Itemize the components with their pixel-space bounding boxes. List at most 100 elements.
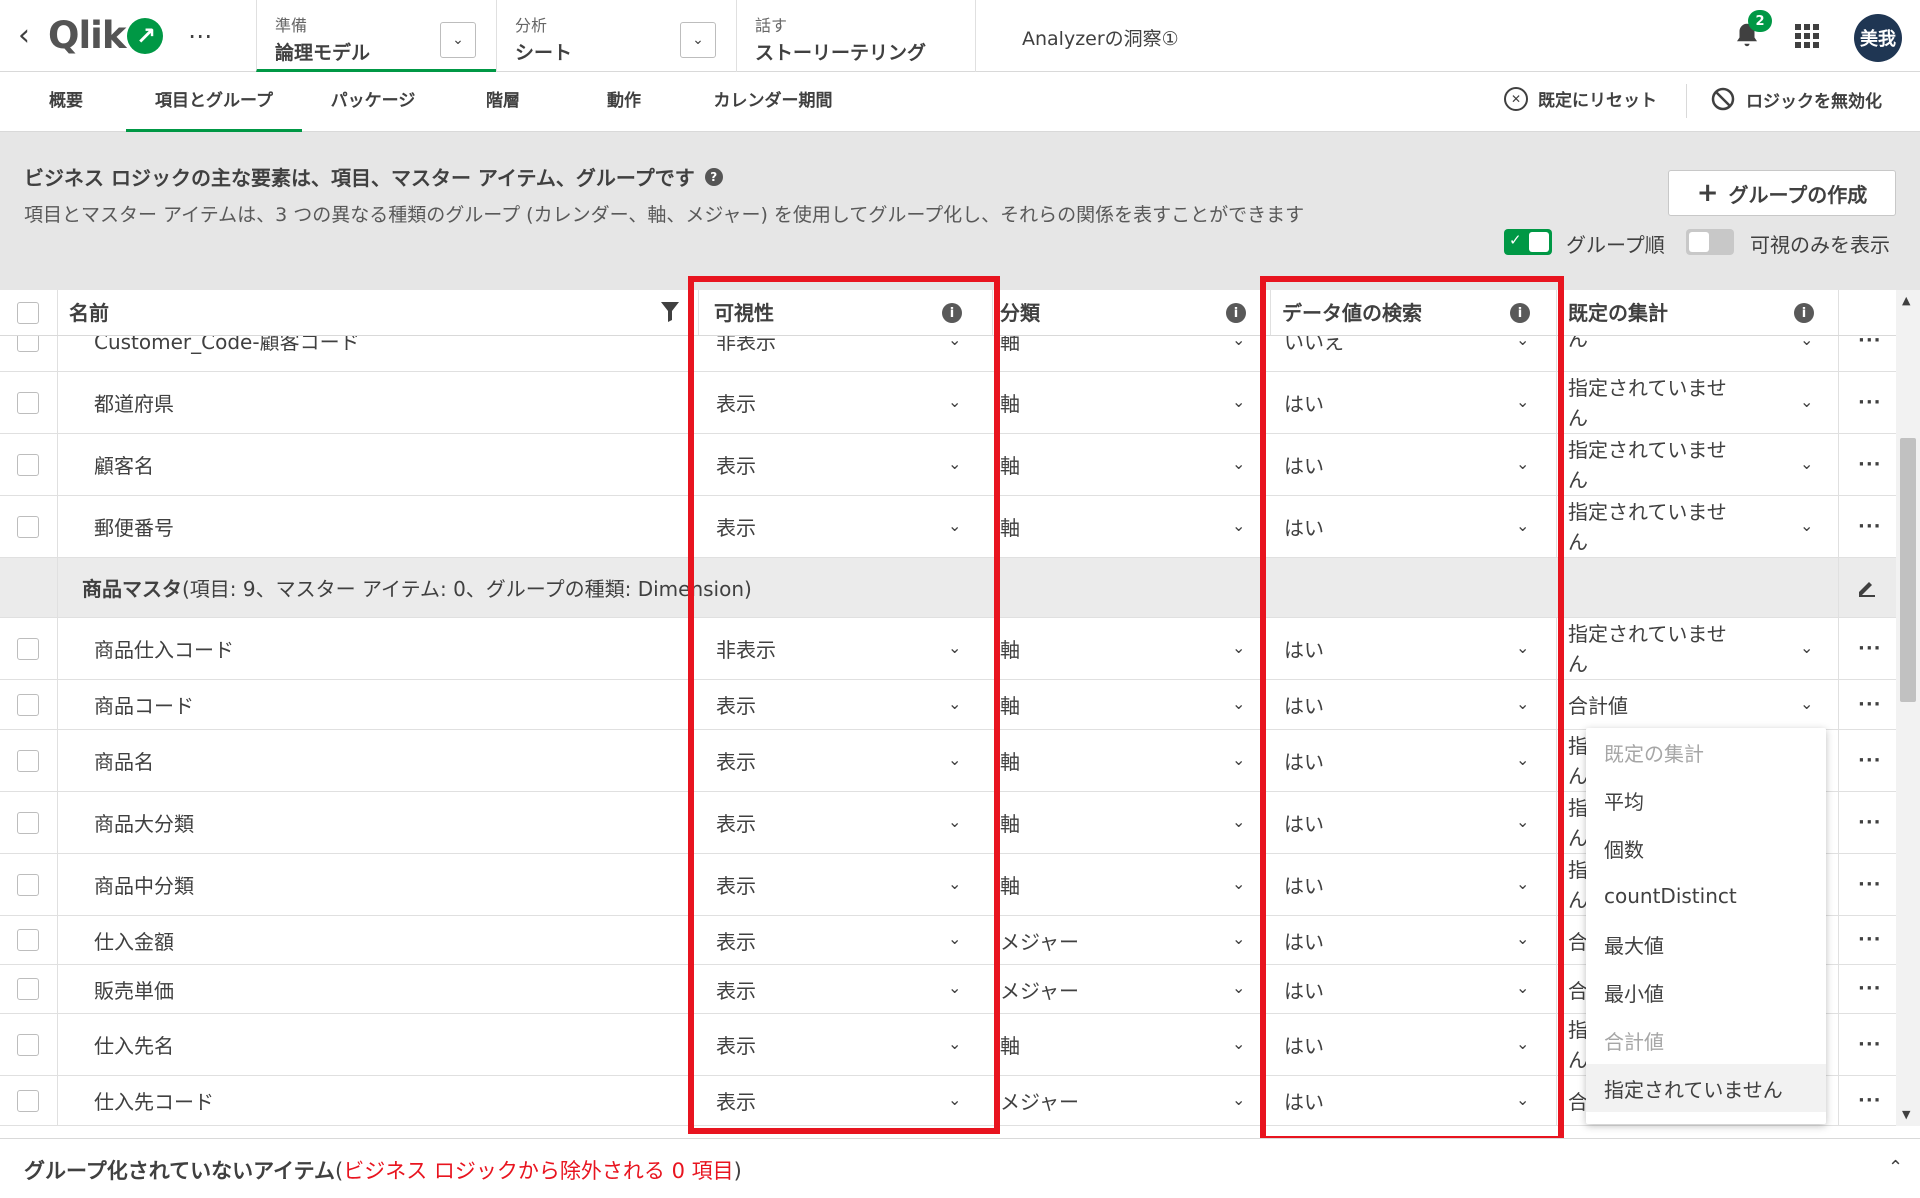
- chevron-down-icon[interactable]: ⌄: [1516, 750, 1529, 769]
- scrollbar-thumb[interactable]: [1900, 438, 1916, 702]
- row-checkbox[interactable]: [17, 1034, 39, 1056]
- row-more-icon[interactable]: ···: [1858, 750, 1882, 771]
- visibility-select[interactable]: 表示: [716, 372, 756, 433]
- row-checkbox[interactable]: [17, 874, 39, 896]
- classification-select[interactable]: 軸: [1000, 336, 1020, 371]
- visibility-select[interactable]: 表示: [716, 1076, 756, 1125]
- chevron-down-icon[interactable]: ⌄: [1516, 978, 1529, 997]
- classification-select[interactable]: 軸: [1000, 792, 1020, 853]
- chevron-down-icon[interactable]: ⌄: [1232, 1034, 1245, 1053]
- chevron-up-icon[interactable]: ⌃: [1888, 1157, 1903, 1178]
- filter-icon[interactable]: [660, 300, 680, 324]
- tab-hierarchy[interactable]: 階層: [466, 72, 540, 132]
- scroll-down-arrow-icon[interactable]: ▼: [1902, 1108, 1910, 1121]
- row-checkbox[interactable]: [17, 812, 39, 834]
- chevron-down-icon[interactable]: ⌄: [1232, 454, 1245, 473]
- classification-select[interactable]: 軸: [1000, 496, 1020, 557]
- info-icon[interactable]: i: [942, 303, 962, 323]
- row-more-icon[interactable]: ···: [1858, 812, 1882, 833]
- classification-select[interactable]: 軸: [1000, 1014, 1020, 1075]
- chevron-down-icon[interactable]: ⌄: [1232, 750, 1245, 769]
- group-row[interactable]: 商品マスタ (項目: 9、マスター アイテム: 0、グループの種類: Dimen…: [0, 558, 1896, 618]
- chevron-down-icon[interactable]: ⌄: [948, 929, 961, 948]
- chevron-down-icon[interactable]: ⌄: [948, 638, 961, 657]
- chevron-down-icon[interactable]: ⌄: [948, 978, 961, 997]
- column-header-aggregation[interactable]: 既定の集計: [1556, 290, 1668, 336]
- column-header-data-search[interactable]: データ値の検索: [1270, 290, 1422, 336]
- visibility-select[interactable]: 表示: [716, 792, 756, 853]
- create-group-button[interactable]: + グループの作成: [1668, 170, 1896, 216]
- aggregation-select[interactable]: 指 ん: [1568, 855, 1588, 915]
- row-checkbox[interactable]: [17, 454, 39, 476]
- row-more-icon[interactable]: ···: [1858, 694, 1882, 715]
- chevron-down-icon[interactable]: ⌄: [440, 22, 476, 58]
- tab-fields-and-groups[interactable]: 項目とグループ: [126, 72, 302, 132]
- classification-select[interactable]: 軸: [1000, 730, 1020, 791]
- more-menu-icon[interactable]: ⋯: [177, 22, 223, 50]
- chevron-down-icon[interactable]: ⌄: [680, 22, 716, 58]
- row-more-icon[interactable]: ···: [1858, 978, 1882, 999]
- chevron-down-icon[interactable]: ⌄: [1516, 929, 1529, 948]
- row-checkbox[interactable]: [17, 638, 39, 660]
- column-header-name[interactable]: 名前: [57, 290, 109, 336]
- row-more-icon[interactable]: ···: [1858, 874, 1882, 895]
- aggregation-select[interactable]: 指 ん: [1568, 793, 1588, 853]
- chevron-down-icon[interactable]: ⌄: [1516, 1034, 1529, 1053]
- visibility-select[interactable]: 非表示: [716, 618, 776, 679]
- chevron-down-icon[interactable]: ⌄: [948, 454, 961, 473]
- chevron-down-icon[interactable]: ⌄: [1516, 454, 1529, 473]
- visibility-select[interactable]: 表示: [716, 854, 756, 915]
- visibility-select[interactable]: 表示: [716, 1014, 756, 1075]
- chevron-down-icon[interactable]: ⌄: [1800, 516, 1813, 535]
- classification-select[interactable]: 軸: [1000, 434, 1020, 495]
- menu-item-count-distinct[interactable]: countDistinct: [1586, 872, 1826, 920]
- aggregation-select[interactable]: 指定されていませ ん: [1568, 497, 1727, 557]
- row-checkbox[interactable]: [17, 1090, 39, 1112]
- search-select[interactable]: はい: [1284, 965, 1324, 1013]
- chevron-down-icon[interactable]: ⌄: [1516, 516, 1529, 535]
- aggregation-select[interactable]: 合: [1568, 916, 1588, 964]
- chevron-down-icon[interactable]: ⌄: [1516, 392, 1529, 411]
- menu-item-max[interactable]: 最大値: [1586, 920, 1826, 968]
- tab-behavior[interactable]: 動作: [588, 72, 660, 132]
- menu-item-not-specified[interactable]: 指定されていません: [1586, 1064, 1826, 1112]
- chevron-down-icon[interactable]: ⌄: [1800, 336, 1813, 349]
- edit-pencil-icon[interactable]: [1856, 576, 1878, 598]
- row-more-icon[interactable]: ···: [1858, 454, 1882, 475]
- vertical-scrollbar[interactable]: ▲ ▼: [1896, 290, 1920, 1126]
- row-checkbox[interactable]: [17, 392, 39, 414]
- chevron-down-icon[interactable]: ⌄: [1232, 874, 1245, 893]
- visibility-select[interactable]: 表示: [716, 730, 756, 791]
- chevron-down-icon[interactable]: ⌄: [1516, 812, 1529, 831]
- chevron-down-icon[interactable]: ⌄: [1232, 516, 1245, 535]
- nav-tab-analyze[interactable]: 分析 シート ⌄: [496, 0, 736, 72]
- chevron-down-icon[interactable]: ⌄: [1800, 638, 1813, 657]
- visible-only-toggle[interactable]: [1686, 229, 1734, 255]
- aggregation-select[interactable]: 指定されていませ ん: [1568, 435, 1727, 495]
- chevron-down-icon[interactable]: ⌄: [1232, 638, 1245, 657]
- chevron-down-icon[interactable]: ⌄: [1232, 929, 1245, 948]
- aggregation-select[interactable]: 指定されていませ ん: [1568, 373, 1727, 433]
- nav-tab-narrate[interactable]: 話す ストーリーテリング: [736, 0, 976, 72]
- chevron-down-icon[interactable]: ⌄: [1800, 392, 1813, 411]
- row-checkbox[interactable]: [17, 978, 39, 1000]
- column-header-classification[interactable]: 分類: [988, 290, 1040, 336]
- info-icon[interactable]: i: [1510, 303, 1530, 323]
- qlik-logo[interactable]: Qlik ↗: [48, 14, 164, 57]
- chevron-down-icon[interactable]: ⌄: [1232, 978, 1245, 997]
- back-chevron-icon[interactable]: ‹: [0, 0, 48, 72]
- search-select[interactable]: はい: [1284, 680, 1324, 729]
- aggregation-select[interactable]: 指 ん: [1568, 731, 1588, 791]
- chevron-down-icon[interactable]: ⌄: [1800, 694, 1813, 713]
- menu-item-average[interactable]: 平均: [1586, 776, 1826, 824]
- search-select[interactable]: はい: [1284, 1014, 1324, 1075]
- row-more-icon[interactable]: ···: [1858, 638, 1882, 659]
- chevron-down-icon[interactable]: ⌄: [948, 516, 961, 535]
- aggregation-select[interactable]: 指定されていませ ん: [1568, 619, 1727, 679]
- row-more-icon[interactable]: ···: [1858, 392, 1882, 413]
- chevron-down-icon[interactable]: ⌄: [948, 1090, 961, 1109]
- search-select[interactable]: はい: [1284, 618, 1324, 679]
- row-more-icon[interactable]: ···: [1858, 1034, 1882, 1055]
- chevron-down-icon[interactable]: ⌄: [948, 874, 961, 893]
- row-checkbox[interactable]: [17, 929, 39, 951]
